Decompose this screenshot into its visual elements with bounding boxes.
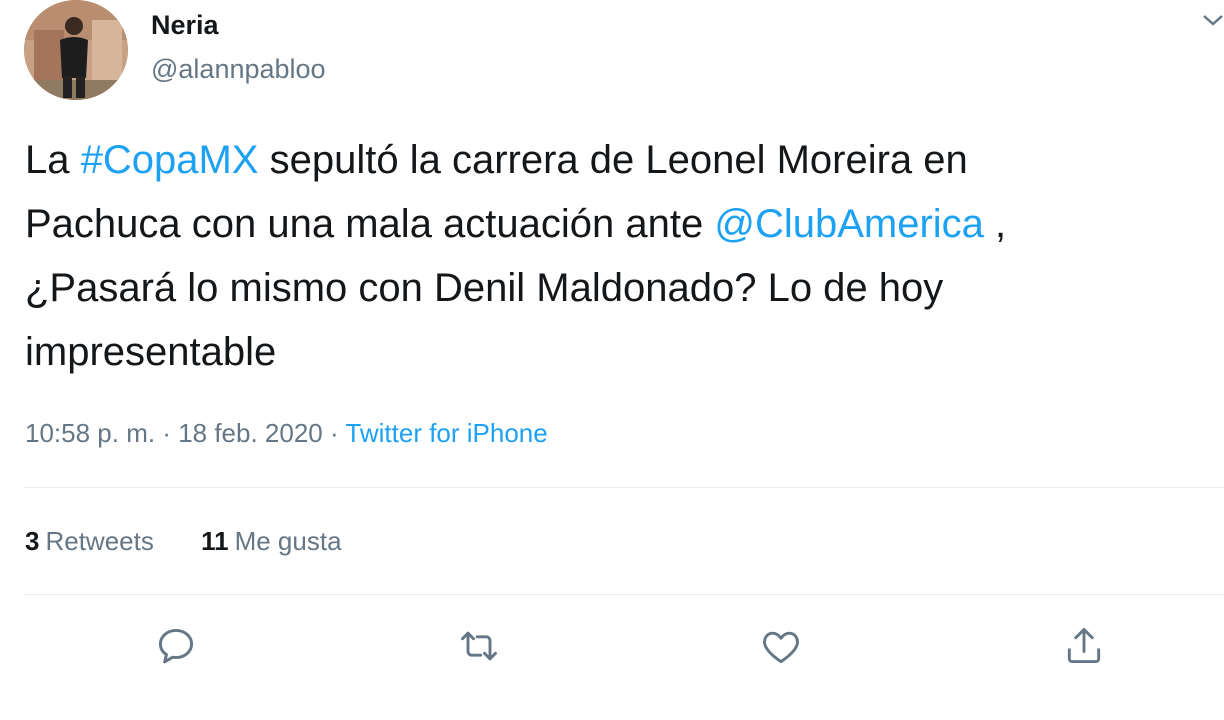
tweet-text: La #CopaMX sepultó la carrera de Leonel … [25, 128, 1205, 384]
retweets-stat[interactable]: 3 Retweets [25, 526, 154, 557]
chevron-down-icon[interactable] [1202, 4, 1224, 30]
tweet-source-link[interactable]: Twitter for iPhone [345, 418, 547, 448]
user-handle[interactable]: @alannpabloo [151, 54, 326, 85]
tweet-date[interactable]: 18 feb. 2020 [178, 418, 323, 448]
text-segment: sepultó la carrera de Leonel Moreira en [258, 138, 968, 182]
meta-separator: · [322, 418, 346, 448]
action-bar [0, 622, 1224, 678]
retweet-icon[interactable] [455, 622, 503, 670]
text-segment: La [25, 138, 81, 182]
avatar-photo [24, 0, 128, 100]
likes-stat[interactable]: 11 Me gusta [201, 526, 341, 557]
tweet-time[interactable]: 10:58 p. m. [25, 418, 155, 448]
heart-icon[interactable] [757, 622, 805, 670]
retweets-count: 3 [25, 526, 40, 556]
tweet-stats: 3 Retweets 11 Me gusta [25, 526, 382, 557]
text-segment: , [983, 202, 1007, 246]
reply-icon[interactable] [152, 622, 200, 670]
avatar[interactable] [24, 0, 128, 100]
divider [24, 487, 1224, 488]
meta-separator: · [155, 418, 179, 448]
tweet-text-line: impresentable [25, 330, 277, 374]
likes-label: Me gusta [234, 526, 342, 556]
retweets-label: Retweets [45, 526, 154, 556]
tweet-text-line: Pachuca con una mala actuación ante @Clu… [25, 192, 1205, 256]
share-icon[interactable] [1060, 622, 1108, 670]
hashtag-link[interactable]: #CopaMX [81, 138, 259, 182]
tweet-text-line: ¿Pasará lo mismo con Denil Maldonado? Lo… [25, 266, 944, 310]
divider [24, 594, 1224, 595]
text-segment: Pachuca con una mala actuación ante [25, 202, 715, 246]
tweet-meta: 10:58 p. m. · 18 feb. 2020 · Twitter for… [25, 418, 548, 449]
likes-count: 11 [201, 526, 229, 556]
tweet-text-line: La #CopaMX sepultó la carrera de Leonel … [25, 128, 1205, 192]
display-name[interactable]: Neria [151, 10, 219, 41]
mention-link[interactable]: @ClubAmerica [714, 202, 984, 246]
tweet-card: Neria @alannpabloo La #CopaMX sepultó la… [0, 0, 1224, 720]
